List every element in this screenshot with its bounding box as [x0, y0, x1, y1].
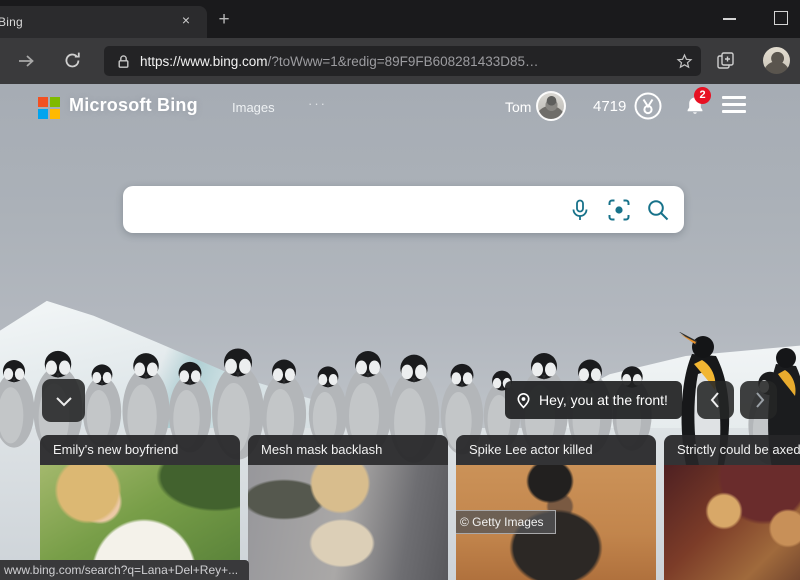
news-card-image[interactable]	[664, 465, 800, 580]
tab-title: Bing	[0, 15, 23, 29]
url-host: https://www.bing.com	[140, 54, 268, 69]
browser-window: Bing × + https://www.bing.com/?toWww=1&r…	[0, 0, 800, 580]
nav-more-icon[interactable]: ···	[308, 96, 327, 111]
window-minimize-button[interactable]	[716, 8, 744, 30]
location-pin-icon	[515, 392, 532, 409]
favorite-star-icon[interactable]	[676, 53, 693, 70]
bing-header: Microsoft Bing Images ··· Tom 4719 2	[0, 84, 800, 130]
bing-wordmark[interactable]: Microsoft Bing	[69, 95, 198, 116]
new-tab-button[interactable]: +	[214, 10, 234, 30]
browser-profile-avatar[interactable]	[763, 47, 790, 74]
user-avatar[interactable]	[536, 91, 566, 121]
news-card[interactable]: Strictly could be axed	[664, 435, 800, 580]
user-name[interactable]: Tom	[505, 99, 531, 115]
bing-homepage: Microsoft Bing Images ··· Tom 4719 2	[0, 84, 800, 580]
rewards-points[interactable]: 4719	[593, 98, 626, 115]
tooltip-text: Hey, you at the front!	[539, 392, 668, 408]
address-bar[interactable]: https://www.bing.com/?toWww=1&redig=89F9…	[104, 46, 701, 76]
rewards-medal-icon[interactable]	[633, 91, 663, 121]
collections-icon[interactable]	[716, 51, 736, 71]
refresh-icon[interactable]	[62, 50, 82, 70]
search-input[interactable]	[123, 186, 567, 233]
carousel-previous-button[interactable]	[697, 381, 734, 419]
lock-icon[interactable]	[116, 54, 131, 69]
visual-search-icon[interactable]	[606, 197, 632, 223]
notification-badge: 2	[694, 87, 711, 104]
collapse-carousel-button[interactable]	[42, 379, 85, 422]
tab-close-icon[interactable]: ×	[177, 12, 195, 30]
carousel-next-button[interactable]	[740, 381, 777, 419]
news-card-title[interactable]: Strictly could be axed	[664, 435, 800, 465]
window-maximize-button[interactable]	[766, 8, 794, 30]
news-card-title[interactable]: Emily's new boyfriend	[40, 435, 240, 465]
news-card-title[interactable]: Spike Lee actor killed	[456, 435, 656, 465]
nav-images-link[interactable]: Images	[232, 100, 275, 115]
news-card-image[interactable]	[248, 465, 448, 580]
status-bar-link-preview: www.bing.com/search?q=Lana+Del+Rey+...	[0, 560, 249, 580]
browser-toolbar: https://www.bing.com/?toWww=1&redig=89F9…	[0, 38, 800, 84]
url-text: https://www.bing.com/?toWww=1&redig=89F9…	[140, 54, 668, 69]
news-card-title[interactable]: Mesh mask backlash	[248, 435, 448, 465]
microphone-icon[interactable]	[567, 197, 593, 223]
news-card[interactable]: Mesh mask backlash	[248, 435, 448, 580]
tab-bar: Bing × +	[0, 0, 800, 38]
hamburger-menu-icon[interactable]	[722, 96, 746, 116]
microsoft-logo-icon[interactable]	[38, 97, 60, 119]
news-card[interactable]: Emily's new boyfriend	[40, 435, 240, 580]
image-caption-tooltip[interactable]: Hey, you at the front!	[505, 381, 682, 419]
image-credit-label: © Getty Images	[456, 510, 556, 534]
news-card[interactable]: Spike Lee actor killed © Getty Images	[456, 435, 656, 580]
url-path: /?toWww=1&redig=89F9FB608281433D85…	[268, 54, 539, 69]
news-card-image[interactable]: © Getty Images	[456, 465, 656, 580]
search-icon[interactable]	[645, 197, 671, 223]
tab-bing[interactable]: Bing ×	[0, 6, 207, 38]
forward-icon[interactable]	[16, 51, 36, 71]
search-box	[123, 186, 684, 233]
